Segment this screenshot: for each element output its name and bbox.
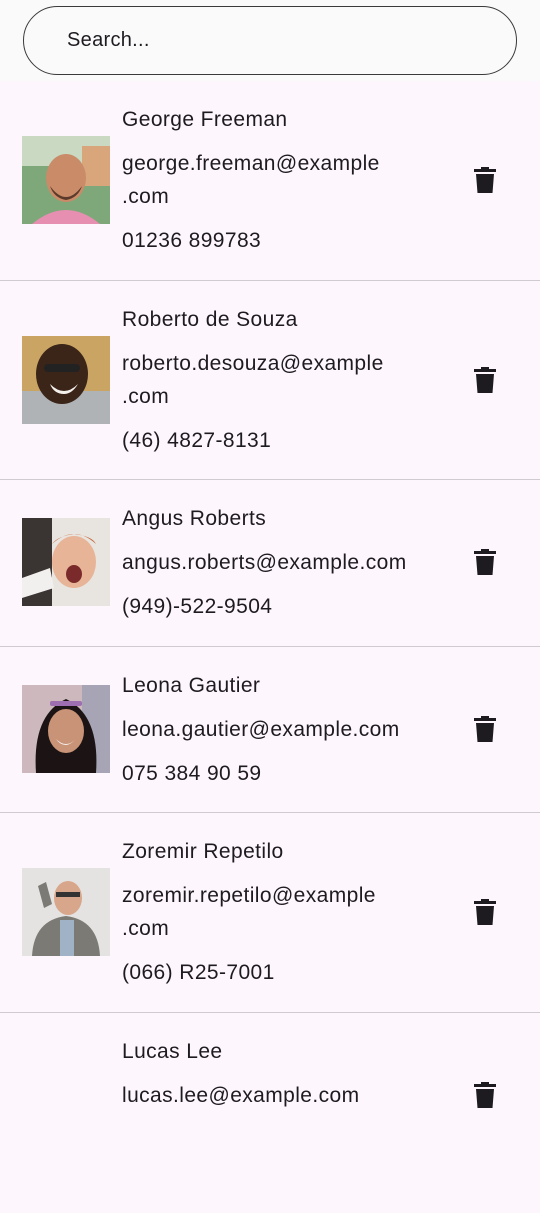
delete-button[interactable]	[468, 712, 502, 746]
contact-avatar	[22, 685, 110, 773]
contact-email: george.freeman@example .com	[122, 152, 380, 208]
search-field[interactable]	[23, 6, 517, 75]
contact-name: Angus Roberts	[122, 507, 267, 530]
contact-row[interactable]: George Freeman george.freeman@example .c…	[0, 81, 540, 281]
delete-button[interactable]	[468, 545, 502, 579]
contact-row[interactable]: Angus Roberts angus.roberts@example.com …	[0, 480, 540, 647]
contact-email: lucas.lee@example.com	[122, 1084, 360, 1107]
contact-avatar	[22, 518, 110, 606]
contact-list: George Freeman george.freeman@example .c…	[0, 81, 540, 1213]
contact-name: Zoremir Repetilo	[122, 840, 284, 863]
search-input[interactable]	[67, 29, 487, 52]
contact-phone: 075 384 90 59	[122, 762, 262, 785]
delete-button[interactable]	[468, 363, 502, 397]
contact-email: zoremir.repetilo@example .com	[122, 884, 376, 940]
contact-name: Lucas Lee	[122, 1040, 223, 1063]
contact-avatar	[22, 868, 110, 956]
search-bar	[0, 0, 540, 81]
contact-email: roberto.desouza@example .com	[122, 352, 384, 408]
contact-info: Roberto de Souza roberto.desouza@example…	[122, 303, 442, 457]
contact-name: Roberto de Souza	[122, 308, 298, 331]
contact-email: angus.roberts@example.com	[122, 551, 407, 574]
contact-phone: (949)-522-9504	[122, 595, 273, 618]
trash-icon	[474, 549, 496, 575]
trash-icon	[474, 367, 496, 393]
contact-info: Lucas Lee lucas.lee@example.com	[122, 1035, 442, 1112]
contact-row[interactable]: Lucas Lee lucas.lee@example.com	[0, 1013, 540, 1213]
contact-phone: 01236 899783	[122, 229, 262, 252]
contact-name: George Freeman	[122, 108, 288, 131]
contact-avatar	[22, 336, 110, 424]
delete-button[interactable]	[468, 163, 502, 197]
contact-info: Angus Roberts angus.roberts@example.com …	[122, 502, 442, 623]
contact-name: Leona Gautier	[122, 674, 261, 697]
contact-phone: (066) R25-7001	[122, 961, 275, 984]
contact-row[interactable]: Roberto de Souza roberto.desouza@example…	[0, 281, 540, 480]
contact-info: Leona Gautier leona.gautier@example.com …	[122, 669, 442, 790]
trash-icon	[474, 716, 496, 742]
trash-icon	[474, 899, 496, 925]
trash-icon	[474, 1082, 496, 1108]
contact-row[interactable]: Leona Gautier leona.gautier@example.com …	[0, 647, 540, 813]
delete-button[interactable]	[468, 1078, 502, 1112]
contact-info: Zoremir Repetilo zoremir.repetilo@exampl…	[122, 835, 442, 989]
delete-button[interactable]	[468, 895, 502, 929]
contact-avatar	[22, 136, 110, 224]
contact-phone: (46) 4827-8131	[122, 429, 272, 452]
contact-email: leona.gautier@example.com	[122, 718, 400, 741]
contact-row[interactable]: Zoremir Repetilo zoremir.repetilo@exampl…	[0, 813, 540, 1013]
contact-info: George Freeman george.freeman@example .c…	[122, 103, 442, 257]
trash-icon	[474, 167, 496, 193]
